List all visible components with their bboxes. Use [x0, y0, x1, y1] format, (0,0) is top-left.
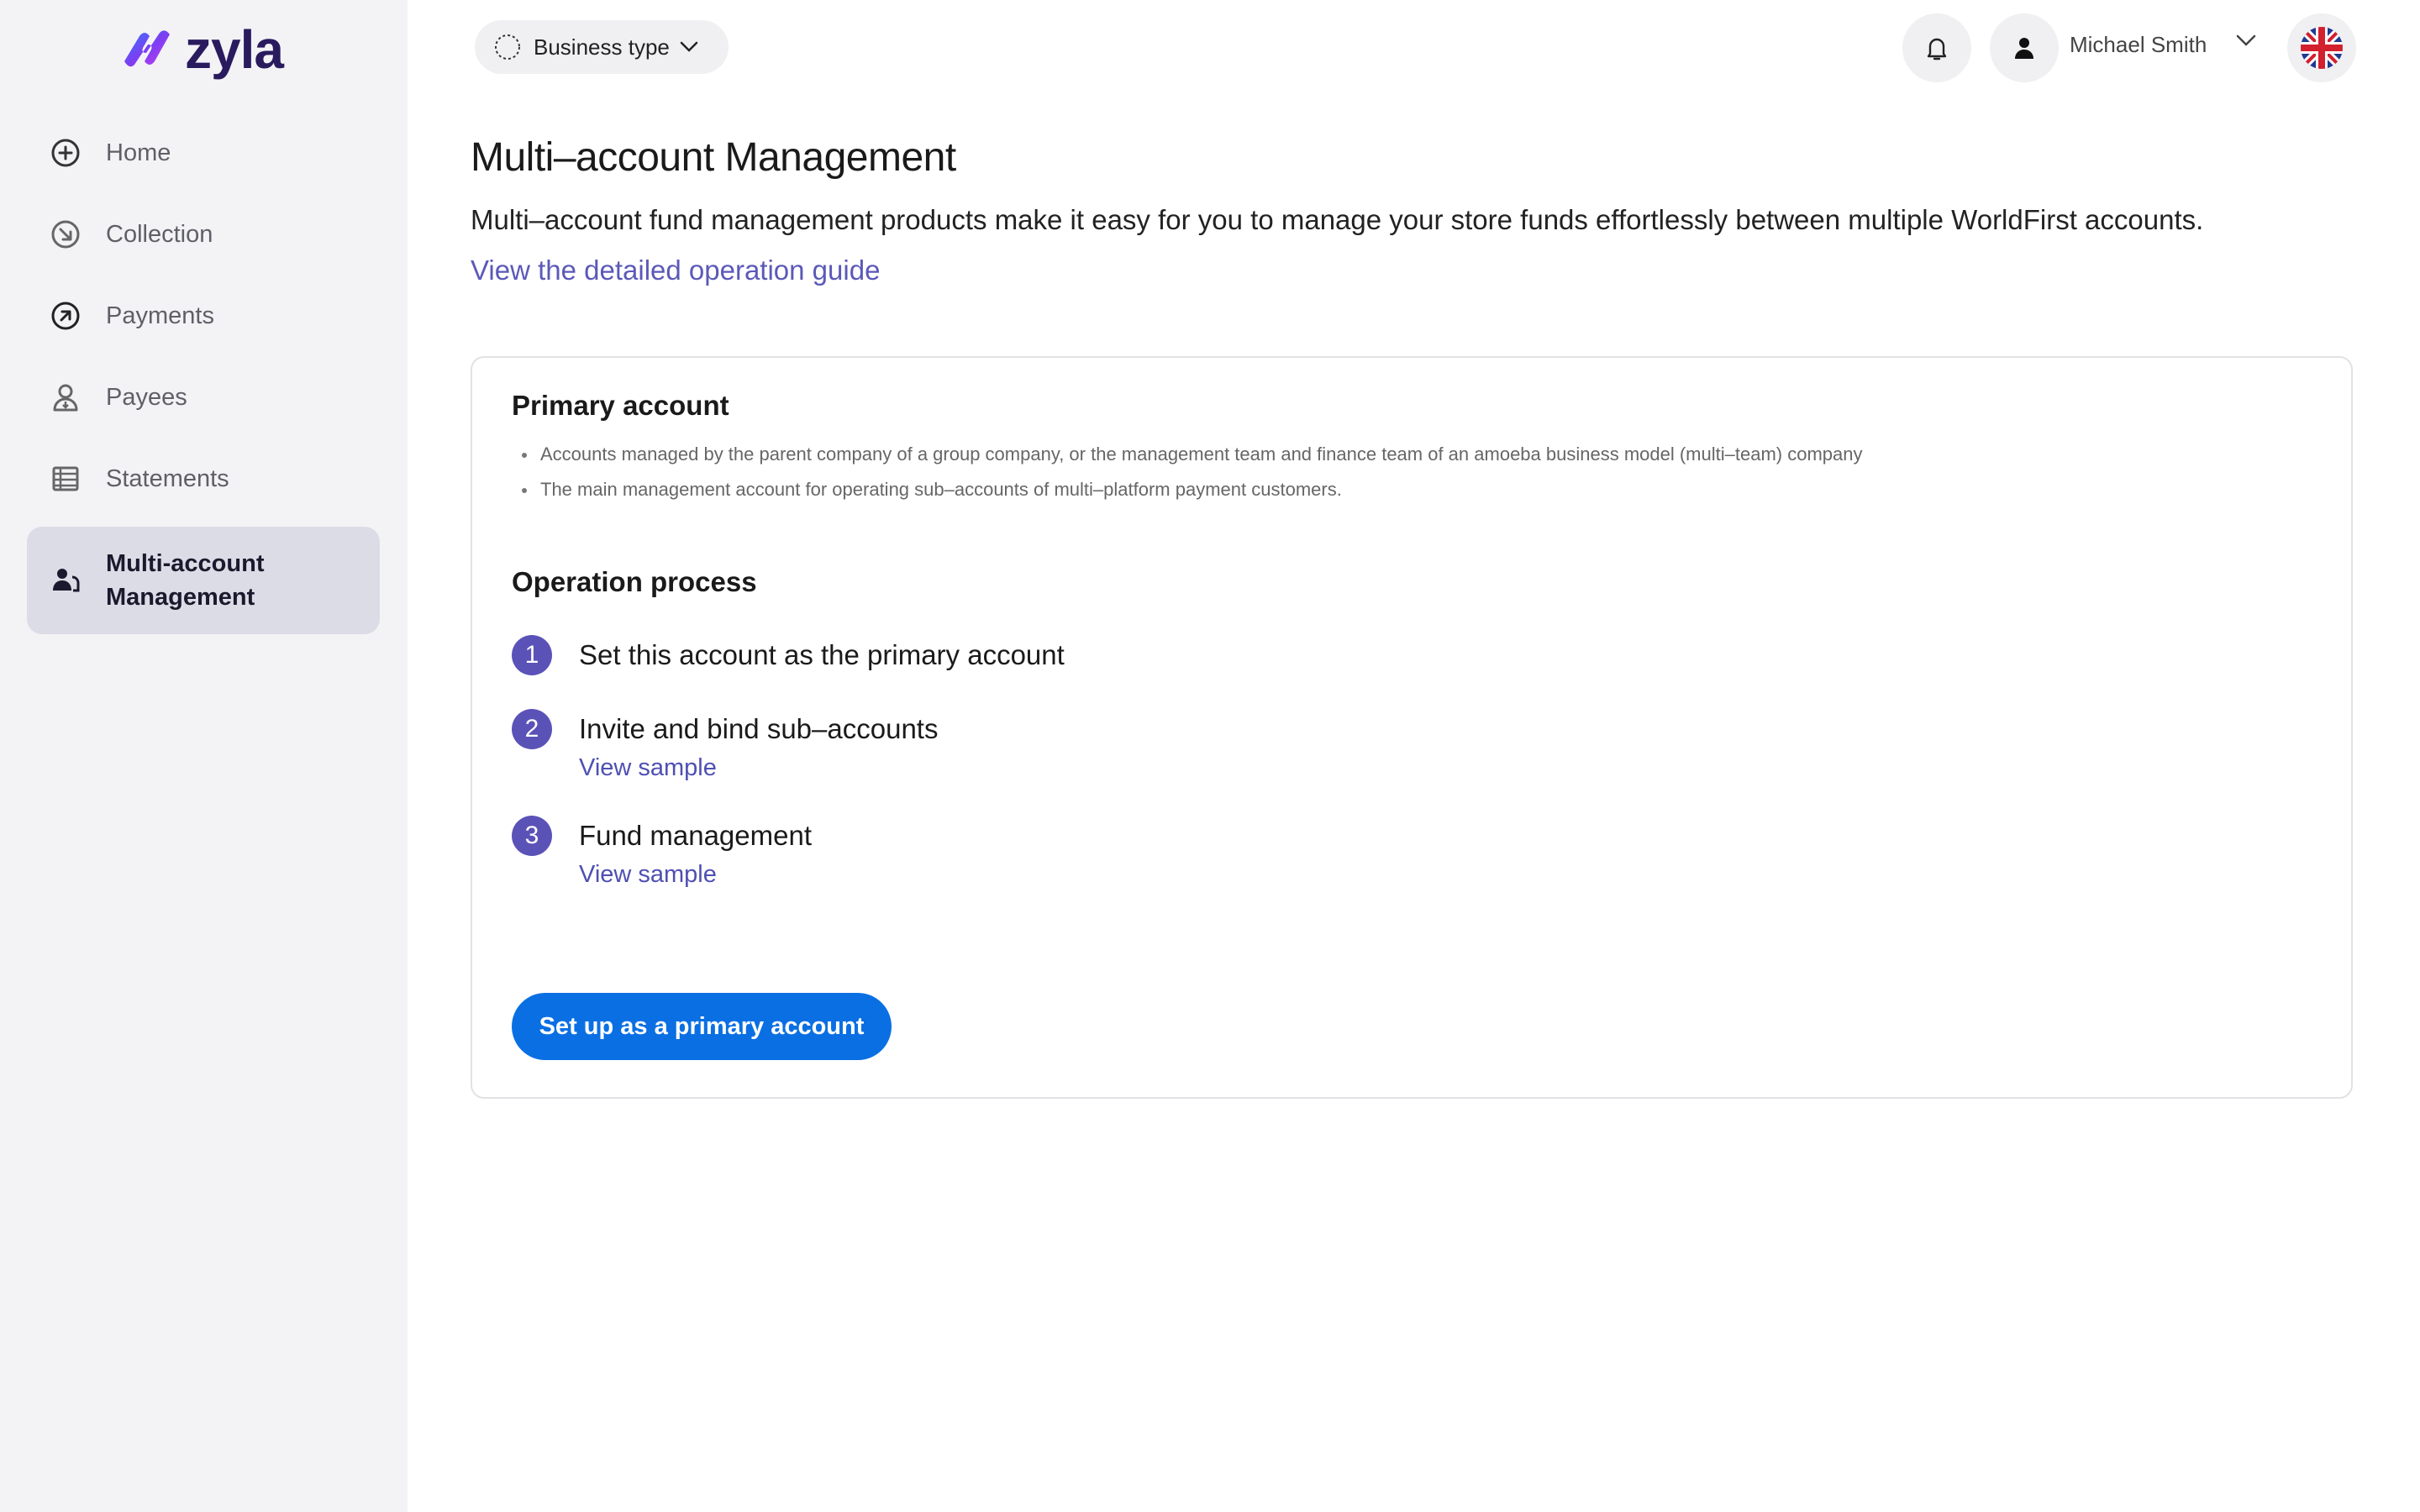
notifications-button[interactable]	[1902, 13, 1971, 82]
sidebar-item-label: Statements	[106, 465, 229, 492]
sidebar-item-home[interactable]: Home	[27, 119, 380, 186]
set-primary-account-button[interactable]: Set up as a primary account	[512, 993, 892, 1060]
user-name[interactable]: Michael Smith	[2070, 32, 2207, 58]
statements-icon	[49, 462, 82, 496]
view-sample-link[interactable]: View sample	[579, 754, 938, 782]
business-type-label: Business type	[534, 34, 670, 60]
zyla-logo-icon	[124, 30, 170, 67]
step-number-badge: 2	[512, 709, 552, 749]
step-2: 2 Invite and bind sub–accounts View samp…	[512, 709, 2317, 782]
page-title: Multi–account Management	[471, 135, 956, 180]
collection-icon	[49, 218, 82, 251]
sidebar-item-label: Home	[106, 139, 171, 166]
primary-account-bullets: Accounts managed by the parent company o…	[512, 437, 2317, 507]
payments-icon	[49, 299, 82, 333]
operation-guide-link[interactable]: View the detailed operation guide	[471, 255, 880, 286]
brand-name: zyla	[185, 19, 284, 80]
bell-icon	[1927, 38, 1947, 60]
primary-account-title: Primary account	[512, 390, 729, 421]
step-number-badge: 1	[512, 635, 552, 675]
step-1: 1 Set this account as the primary accoun…	[512, 635, 2317, 675]
dashed-circle-icon	[495, 34, 520, 60]
brand-logo[interactable]: zyla	[118, 19, 284, 80]
sidebar-item-statements[interactable]: Statements	[27, 445, 380, 512]
step-title: Fund management	[579, 820, 813, 851]
sidebar-item-multi-account-management[interactable]: Multi-account Management	[27, 527, 380, 634]
payees-icon	[49, 381, 82, 414]
sidebar-item-label: Payments	[106, 302, 214, 329]
user-icon	[2015, 38, 2033, 59]
language-selector[interactable]	[2287, 13, 2356, 82]
user-avatar[interactable]	[1990, 13, 2059, 82]
page-description: Multi–account fund management products m…	[471, 204, 2204, 235]
sidebar-item-label-line2: Management	[106, 584, 255, 611]
operation-steps: 1 Set this account as the primary accoun…	[512, 635, 2317, 889]
primary-account-card: Primary account Accounts managed by the …	[471, 356, 2353, 1099]
bullet-item: Accounts managed by the parent company o…	[512, 437, 2317, 472]
step-number-badge: 3	[512, 816, 552, 856]
sidebar-nav: Home Collection Payments Payees Statemen…	[27, 119, 380, 648]
chevron-down-icon	[680, 41, 698, 52]
step-title: Set this account as the primary account	[579, 639, 1065, 670]
home-icon	[49, 136, 82, 170]
uk-flag-icon	[2301, 27, 2343, 69]
sidebar-item-label: Collection	[106, 220, 213, 248]
multi-account-icon	[49, 564, 82, 597]
sidebar-item-label: Multi-account Management	[106, 547, 265, 614]
sidebar-item-payments[interactable]: Payments	[27, 282, 380, 349]
step-3: 3 Fund management View sample	[512, 816, 2317, 889]
user-menu-chevron-icon[interactable]	[2236, 34, 2256, 47]
sidebar-item-label: Payees	[106, 383, 187, 411]
sidebar: zyla Home Collection Payments Payees Sta…	[0, 0, 408, 1512]
main-content: Multi–account Management Multi–account f…	[471, 134, 2353, 286]
business-type-dropdown[interactable]: Business type	[475, 20, 729, 74]
step-title: Invite and bind sub–accounts	[579, 713, 939, 744]
bullet-item: The main management account for operatin…	[512, 472, 2317, 507]
operation-process-title: Operation process	[512, 566, 757, 597]
sidebar-item-payees[interactable]: Payees	[27, 364, 380, 431]
sidebar-item-collection[interactable]: Collection	[27, 201, 380, 268]
top-bar: Business type Michael Smith	[408, 0, 2420, 94]
view-sample-link[interactable]: View sample	[579, 861, 812, 889]
sidebar-item-label-line1: Multi-account	[106, 550, 265, 577]
